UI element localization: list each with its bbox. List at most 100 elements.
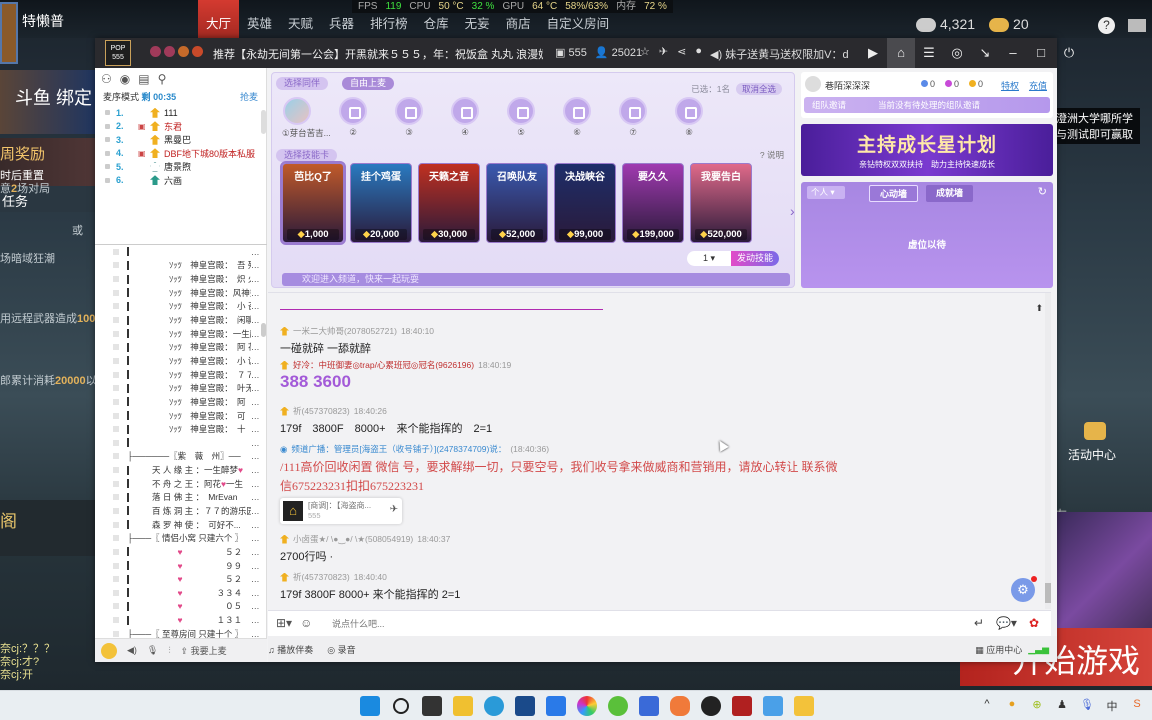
expand-toggle[interactable] — [113, 548, 119, 555]
channel-item[interactable]: ｿｯﾂ 神皇宫殿： ７７… — [95, 368, 267, 382]
more-icon[interactable]: … — [251, 479, 267, 489]
tab-achievement-wall[interactable]: 成就墙 — [926, 185, 974, 202]
skill-card[interactable]: 召唤队友 ◆52,000 — [486, 163, 548, 243]
more-icon[interactable]: … — [251, 561, 267, 571]
more-icon[interactable]: … — [251, 288, 267, 298]
skill-card[interactable]: 天籁之音 ◆30,000 — [418, 163, 480, 243]
seat-avatar[interactable] — [283, 97, 311, 125]
search-icon[interactable]: ⚲ — [158, 72, 167, 86]
expand-toggle[interactable] — [113, 507, 119, 514]
expand-toggle[interactable] — [113, 494, 119, 501]
nav-tab[interactable]: 英雄 — [239, 0, 280, 38]
expand-toggle[interactable] — [113, 289, 119, 296]
expand-toggle[interactable] — [113, 357, 119, 364]
channel-item[interactable]: ｿｯﾂ 神皇宫殿：一生醉梦… — [95, 327, 267, 341]
quantity-select[interactable]: 1 ▾ — [687, 251, 731, 266]
chat-bubble-icon[interactable]: 💬▾ — [996, 616, 1017, 630]
expand-toggle[interactable] — [113, 385, 119, 392]
channel-item[interactable]: ｿｯﾂ 神皇宫殿： 小 讽… — [95, 354, 267, 368]
chat-scroll-thumb[interactable] — [1045, 583, 1051, 603]
more-icon[interactable]: … — [251, 438, 267, 448]
more-icon[interactable]: … — [251, 465, 267, 475]
expand-toggle[interactable] — [113, 521, 119, 528]
more-icon[interactable]: … — [251, 397, 267, 407]
more-icon[interactable]: … — [251, 451, 267, 461]
chat-scrollbar[interactable] — [1045, 293, 1051, 609]
expand-toggle[interactable] — [113, 453, 119, 460]
more-icon[interactable]: … — [251, 301, 267, 311]
empty-seat-icon[interactable] — [563, 97, 591, 125]
expand-toggle[interactable] — [113, 467, 119, 474]
privilege-link[interactable]: 特权 — [1001, 79, 1019, 92]
more-icon[interactable]: … — [251, 615, 267, 625]
channel-item[interactable]: … — [95, 436, 267, 450]
skill-card[interactable]: 挂个鸡蛋 ◆20,000 — [350, 163, 412, 243]
drag-handle[interactable] — [105, 110, 110, 116]
expand-toggle[interactable] — [113, 630, 119, 637]
channel-item[interactable]: 不 舟 之 王 ：阿花♥一生… — [95, 477, 267, 491]
user-icon[interactable]: ⚇ — [101, 72, 112, 86]
user-avatar[interactable] — [805, 76, 821, 92]
news-ticker[interactable]: 澄洲大学哪所学 与测试即可赢取 — [1056, 108, 1140, 144]
explain-link[interactable]: ? 说明 — [760, 149, 784, 161]
expand-toggle[interactable] — [113, 276, 119, 283]
expand-toggle[interactable] — [113, 603, 119, 610]
share-icon[interactable]: ⋖ — [677, 45, 686, 58]
expand-toggle[interactable] — [113, 480, 119, 487]
empty-seat-icon[interactable] — [339, 97, 367, 125]
channel-item[interactable]: ｿｯﾂ 神皇宫殿： 炽 火… — [95, 272, 267, 286]
channel-item[interactable]: ♥ ０５… — [95, 600, 267, 614]
empty-seat-icon[interactable] — [507, 97, 535, 125]
pavilion-banner[interactable]: 阁 — [0, 500, 96, 556]
seat-slot[interactable]: ② — [338, 97, 368, 139]
help-icon[interactable]: ? — [1098, 17, 1115, 34]
seat-slot[interactable]: ①芽台苦吉... — [282, 97, 331, 139]
emoji-icon[interactable]: ☺ — [300, 616, 312, 630]
channel-item[interactable]: ｿｯﾂ 神皇宫殿： 阿 淼… — [95, 395, 267, 409]
channel-item[interactable]: … — [95, 245, 267, 259]
expand-toggle[interactable] — [113, 317, 119, 324]
more-icon[interactable]: … — [251, 588, 267, 598]
feishu-icon[interactable] — [546, 696, 566, 716]
mixer-icon[interactable]: ⫶ — [168, 645, 170, 656]
sogou-icon[interactable]: S — [1130, 698, 1144, 712]
message-user[interactable]: 好冷：中班御妻◎trap/心累班冠◎冠名(9626196) — [293, 359, 474, 371]
mic-queue-item[interactable]: 6. 六画 — [95, 174, 266, 188]
drag-handle[interactable] — [105, 137, 110, 143]
room-share-card[interactable]: ⌂ [商调]：【海盗商... 555 ✈ — [280, 498, 402, 524]
plane-icon[interactable]: ✈ — [659, 45, 668, 58]
channel-item[interactable]: 森 罗 神 使 ： 可好不...… — [95, 518, 267, 532]
shield-icon[interactable]: ● — [695, 45, 702, 58]
scope-dropdown[interactable]: 个人 ▾ — [807, 186, 845, 199]
task-item[interactable]: 或 — [72, 222, 83, 238]
refresh-icon[interactable]: ↻ — [1038, 185, 1047, 198]
mic-queue-scrollbar[interactable] — [261, 110, 266, 134]
channel-item[interactable]: ├───〖 情侣小窝 只建六个 〗… — [95, 531, 267, 545]
activity-center-button[interactable]: 活动中心 — [1068, 422, 1116, 463]
message-user[interactable]: 小卤蛋★/ \●‿●/ \★(508054919) — [293, 533, 413, 545]
chevron-up-icon[interactable]: ^ — [980, 698, 994, 712]
nav-tab[interactable]: 天赋 — [280, 0, 321, 38]
task-item[interactable]: 用远程武器造成100 — [0, 310, 95, 326]
more-icon[interactable]: … — [251, 274, 267, 284]
skill-card[interactable]: 我要告白 ◆520,000 — [690, 163, 752, 243]
expand-toggle[interactable] — [113, 398, 119, 405]
mic-queue-item[interactable]: 5. 唐景煦 — [95, 160, 266, 174]
seat-slot[interactable]: ⑦ — [618, 97, 648, 139]
ime-icon[interactable]: 中 — [1105, 698, 1119, 713]
expand-toggle[interactable] — [113, 535, 119, 542]
more-icon[interactable]: … — [251, 533, 267, 543]
message-user[interactable]: 一米二大帅哥(2078052721) — [293, 325, 397, 337]
more-icon[interactable]: … — [251, 601, 267, 611]
channel-item[interactable]: ｿｯﾂ 神皇宫殿： 阿 花… — [95, 340, 267, 354]
task-item[interactable]: 郎累计消耗20000以 — [0, 372, 97, 388]
seat-slot[interactable]: ③ — [394, 97, 424, 139]
bind-banner[interactable]: 斗鱼 绑定 — [0, 70, 96, 134]
assistant-icon[interactable]: ⚙ — [1011, 576, 1037, 602]
expand-toggle[interactable] — [113, 330, 119, 337]
gamepad-icon[interactable]: ◎ — [943, 38, 971, 68]
grab-mic-button[interactable]: 抢麦 — [240, 90, 258, 106]
minimize-icon[interactable]: – — [999, 38, 1027, 68]
channel-item[interactable]: 天 人 缘 主 ：一生醉梦♥… — [95, 463, 267, 477]
tab-heart-wall[interactable]: 心动墙 — [869, 185, 919, 202]
